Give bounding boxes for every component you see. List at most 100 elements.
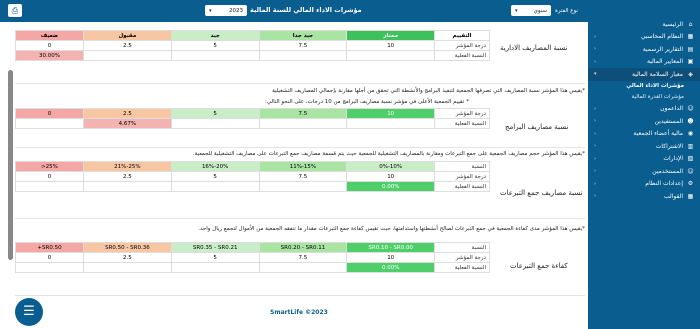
sidebar-item-beneficiaries[interactable]: ☻ المستفيدين ‹ bbox=[588, 115, 700, 128]
sidebar-subitem-label: مؤشرات القدرة المالية bbox=[631, 94, 684, 100]
page-title: مؤشرات الاداء المالي للسنة المالية bbox=[250, 6, 362, 14]
print-icon[interactable]: ⎙ bbox=[8, 4, 22, 17]
chevron-left-icon: ‹ bbox=[594, 33, 596, 40]
category-label: نسبة المصاريف الادارية bbox=[500, 44, 568, 52]
actual-row-label: النسبة الفعلية bbox=[434, 262, 490, 273]
ratio-cell: +SR0.50 bbox=[14, 242, 85, 253]
ratio-cell: SR0.20 - SR0.11 bbox=[258, 242, 348, 253]
shield-icon: ◈ bbox=[688, 70, 693, 78]
scrollbar[interactable] bbox=[8, 70, 13, 260]
sidebar-item-financial-safety[interactable]: ◈ معيار السلامة المالية ▾ bbox=[588, 68, 700, 81]
actual-row-label: النسبة الفعلية bbox=[434, 118, 490, 129]
score-cell: 0 bbox=[14, 171, 85, 182]
section-description: * تقييم الجمعية الأعلى في مؤشر نسبة مصار… bbox=[265, 99, 469, 105]
score-cell: 7.5 bbox=[258, 40, 348, 51]
rating-very-good: جيد جدا bbox=[258, 30, 348, 41]
fundraising-efficiency-table: +SR0.50 SR0.50 - SR0.36 SR0.35 - SR0.21 … bbox=[14, 242, 490, 273]
sidebar-item-subscriptions[interactable]: ▥ الاشتراكات ‹ bbox=[588, 140, 700, 153]
score-row-label: درجة المؤشر bbox=[434, 40, 490, 51]
score-cell: 2.5 bbox=[83, 252, 172, 263]
score-cell: 0 bbox=[14, 252, 85, 263]
section-admin-expenses: ضعيف مقبول جيد جيد جدا ممتاز التقييم 0 2… bbox=[14, 26, 585, 84]
sidebar-item-settings[interactable]: ⚙ إعدادات النظام ‹ bbox=[588, 178, 700, 191]
chevron-left-icon: ‹ bbox=[594, 143, 596, 150]
gear-icon: ⚙ bbox=[687, 180, 694, 188]
score-row-label: درجة المؤشر bbox=[434, 252, 490, 263]
chevron-left-icon: ‹ bbox=[594, 130, 596, 137]
ratio-cell: 0%-10% bbox=[346, 161, 436, 172]
score-row-label: درجة المؤشر bbox=[434, 171, 490, 182]
sidebar-item-home[interactable]: ⌂ الرئيسية bbox=[588, 18, 700, 31]
year-select[interactable]: ▾ 2023 bbox=[205, 5, 247, 16]
template-icon: ▦ bbox=[687, 192, 694, 200]
ratio-cell: 16%-20% bbox=[170, 161, 260, 172]
program-expenses-table: 0 2.5 5 7.5 10 درجة المؤشر 4.67% النسبة … bbox=[14, 108, 490, 129]
sidebar-subitem-label: مؤشرات الاداء المالي bbox=[626, 83, 684, 89]
chevron-left-icon: ‹ bbox=[594, 118, 596, 125]
sidebar-item-members-finance[interactable]: ◉ مالية أعضاء الجمعية ‹ bbox=[588, 128, 700, 141]
ratio-cell: SR0.10 - SR0.00 bbox=[346, 242, 436, 253]
person-icon: ☻ bbox=[687, 117, 694, 125]
score-cell: 0 bbox=[14, 108, 85, 119]
score-row-label: درجة المؤشر bbox=[434, 108, 490, 119]
actual-cell: 30.00% bbox=[14, 50, 85, 61]
actual-cell: 4.67% bbox=[83, 118, 172, 129]
rating-weak: ضعيف bbox=[14, 30, 85, 41]
sidebar-item-templates[interactable]: ▦ القوالب ‹ bbox=[588, 190, 700, 203]
sidebar-item-users[interactable]: ☺ المستخدمين ‹ bbox=[588, 165, 700, 178]
users-icon: ☺ bbox=[687, 105, 694, 113]
sidebar-item-label: الاشتراكات bbox=[655, 142, 683, 150]
sidebar-item-official-reports[interactable]: ▤ التقارير الرسمية ‹ bbox=[588, 43, 700, 56]
score-cell: 5 bbox=[170, 108, 260, 119]
sidebar-item-financial-standards[interactable]: ▣ المعايير المالية ‹ bbox=[588, 56, 700, 69]
score-cell: 10 bbox=[346, 252, 436, 263]
period-type-select[interactable]: ▾ سنوي bbox=[511, 5, 551, 16]
ratio-cell: 11%-15% bbox=[258, 161, 348, 172]
user-icon: ☺ bbox=[687, 167, 694, 175]
rating-good: جيد bbox=[170, 30, 260, 41]
calc-icon: ▦ bbox=[687, 33, 694, 41]
sidebar-item-label: المعايير المالية bbox=[646, 58, 683, 66]
sidebar-item-label: النظام المحاسبي bbox=[640, 33, 683, 41]
section-description: *يقيس هذا المؤشر مدى كفاءة الجمعية في جم… bbox=[198, 226, 585, 232]
ratio-cell: SR0.35 - SR0.21 bbox=[170, 242, 260, 253]
ratio-row-label: النسبة bbox=[434, 161, 490, 172]
sidebar-item-label: المستخدمين bbox=[652, 167, 683, 175]
section-description: *يقيس هذا المؤشر حجم مصاريف الجمعية على … bbox=[192, 151, 585, 157]
sidebar-item-accounting[interactable]: ▦ النظام المحاسبي ‹ bbox=[588, 31, 700, 44]
sidebar-item-label: إعدادات النظام bbox=[645, 180, 683, 188]
chevron-left-icon: ‹ bbox=[594, 168, 596, 175]
score-cell: 2.5 bbox=[83, 40, 172, 51]
actual-row-label: النسبة الفعلية bbox=[434, 50, 490, 61]
score-cell: 7.5 bbox=[258, 171, 348, 182]
actual-row-label: النسبة الفعلية bbox=[434, 181, 490, 192]
chevron-left-icon: ‹ bbox=[594, 58, 596, 65]
score-cell: 5 bbox=[170, 252, 260, 263]
chevron-left-icon: ‹ bbox=[594, 193, 596, 200]
sidebar-item-label: المستفيدين bbox=[654, 117, 683, 125]
score-cell: 7.5 bbox=[258, 108, 348, 119]
sidebar-item-supporters[interactable]: ☺ الداعمون ‹ bbox=[588, 103, 700, 116]
admin-expenses-table: ضعيف مقبول جيد جيد جدا ممتاز التقييم 0 2… bbox=[14, 30, 490, 61]
sidebar-subitem-performance[interactable]: مؤشرات الاداء المالي bbox=[588, 81, 700, 92]
fundraising-expenses-table: >25% 21%-25% 16%-20% 11%-15% 0%-10% النس… bbox=[14, 161, 490, 192]
score-cell: 5 bbox=[170, 171, 260, 182]
actual-cell: 0.00% bbox=[346, 262, 436, 273]
sidebar-item-departments[interactable]: ▧ الإدارات ‹ bbox=[588, 153, 700, 166]
period-type-value: سنوي bbox=[533, 7, 547, 14]
sidebar-subitem-capacity[interactable]: مؤشرات القدرة المالية bbox=[588, 92, 700, 103]
rating-excellent: ممتاز bbox=[346, 30, 436, 41]
category-label: نسبة مصاريف البرامج bbox=[505, 123, 569, 131]
main-content: ضعيف مقبول جيد جيد جدا ممتاز التقييم 0 2… bbox=[2, 22, 586, 329]
sidebar-item-label: مالية أعضاء الجمعية bbox=[633, 130, 683, 138]
home-icon: ⌂ bbox=[688, 20, 693, 28]
rating-header: التقييم bbox=[434, 30, 490, 41]
chat-icon[interactable]: ☰ bbox=[15, 298, 43, 326]
chevron-down-icon: ▾ bbox=[594, 71, 597, 78]
sidebar-item-label: القوالب bbox=[663, 192, 683, 200]
score-cell: 7.5 bbox=[258, 252, 348, 263]
chevron-left-icon: ‹ bbox=[594, 180, 596, 187]
sidebar-item-label: الداعمون bbox=[660, 105, 683, 113]
chevron-left-icon: ‹ bbox=[594, 46, 596, 53]
sidebar: ⌂ الرئيسية ▦ النظام المحاسبي ‹ ▤ التقاري… bbox=[588, 0, 700, 329]
